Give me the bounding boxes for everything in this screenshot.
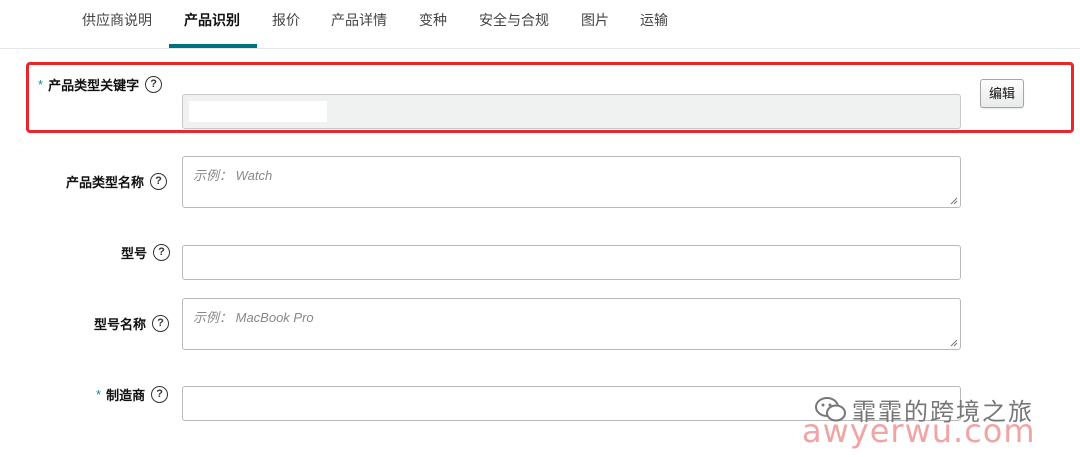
redacted-value <box>189 101 327 122</box>
tab-variations[interactable]: 变种 <box>419 10 447 30</box>
question-circle-icon[interactable]: ? <box>150 173 168 190</box>
tab-offer[interactable]: 报价 <box>272 10 300 30</box>
product-type-keyword-label-text: 产品类型关键字 <box>48 78 140 93</box>
active-tab-indicator <box>169 44 257 48</box>
product-type-name-placeholder: 示例： Watch <box>193 168 273 183</box>
tab-safety-compliance[interactable]: 安全与合规 <box>479 10 549 30</box>
product-type-name-label-text: 产品类型名称 <box>66 175 145 190</box>
model-number-label: 型号 ? <box>121 243 171 262</box>
edit-button[interactable]: 编辑 <box>980 79 1024 108</box>
tab-product-identity[interactable]: 产品识别 <box>184 10 240 30</box>
product-type-name-input[interactable]: 示例： Watch <box>182 156 961 208</box>
manufacturer-label: * 制造商 ? <box>96 385 169 404</box>
required-mark: * <box>38 77 44 92</box>
watermark-url: awyerwu.com <box>802 412 1036 450</box>
model-number-label-text: 型号 <box>121 246 148 261</box>
question-circle-icon[interactable]: ? <box>145 76 163 93</box>
manufacturer-label-text: 制造商 <box>106 388 146 403</box>
model-name-label-text: 型号名称 <box>94 317 147 332</box>
model-name-label: 型号名称 ? <box>94 314 170 333</box>
question-circle-icon[interactable]: ? <box>153 244 171 261</box>
tab-product-details[interactable]: 产品详情 <box>331 10 387 30</box>
resize-handle-icon[interactable] <box>950 339 958 347</box>
resize-handle-icon[interactable] <box>950 197 958 205</box>
product-type-keyword-field <box>182 94 961 129</box>
model-name-placeholder: 示例： MacBook Pro <box>193 310 314 325</box>
model-number-input[interactable] <box>182 245 961 280</box>
tab-supplier-description[interactable]: 供应商说明 <box>82 10 152 30</box>
required-mark: * <box>96 387 102 402</box>
watermark: 霏霏的跨境之旅 awyerwu.com <box>802 388 1072 450</box>
product-type-name-label: 产品类型名称 ? <box>66 172 168 191</box>
question-circle-icon[interactable]: ? <box>152 315 170 332</box>
product-type-keyword-label: * 产品类型关键字 ? <box>38 75 163 94</box>
tab-shipping[interactable]: 运输 <box>640 10 668 30</box>
question-circle-icon[interactable]: ? <box>151 386 169 403</box>
tab-images[interactable]: 图片 <box>581 10 609 30</box>
tab-bar: 供应商说明 产品识别 报价 产品详情 变种 安全与合规 图片 运输 <box>0 0 1080 49</box>
model-name-input[interactable]: 示例： MacBook Pro <box>182 298 961 350</box>
